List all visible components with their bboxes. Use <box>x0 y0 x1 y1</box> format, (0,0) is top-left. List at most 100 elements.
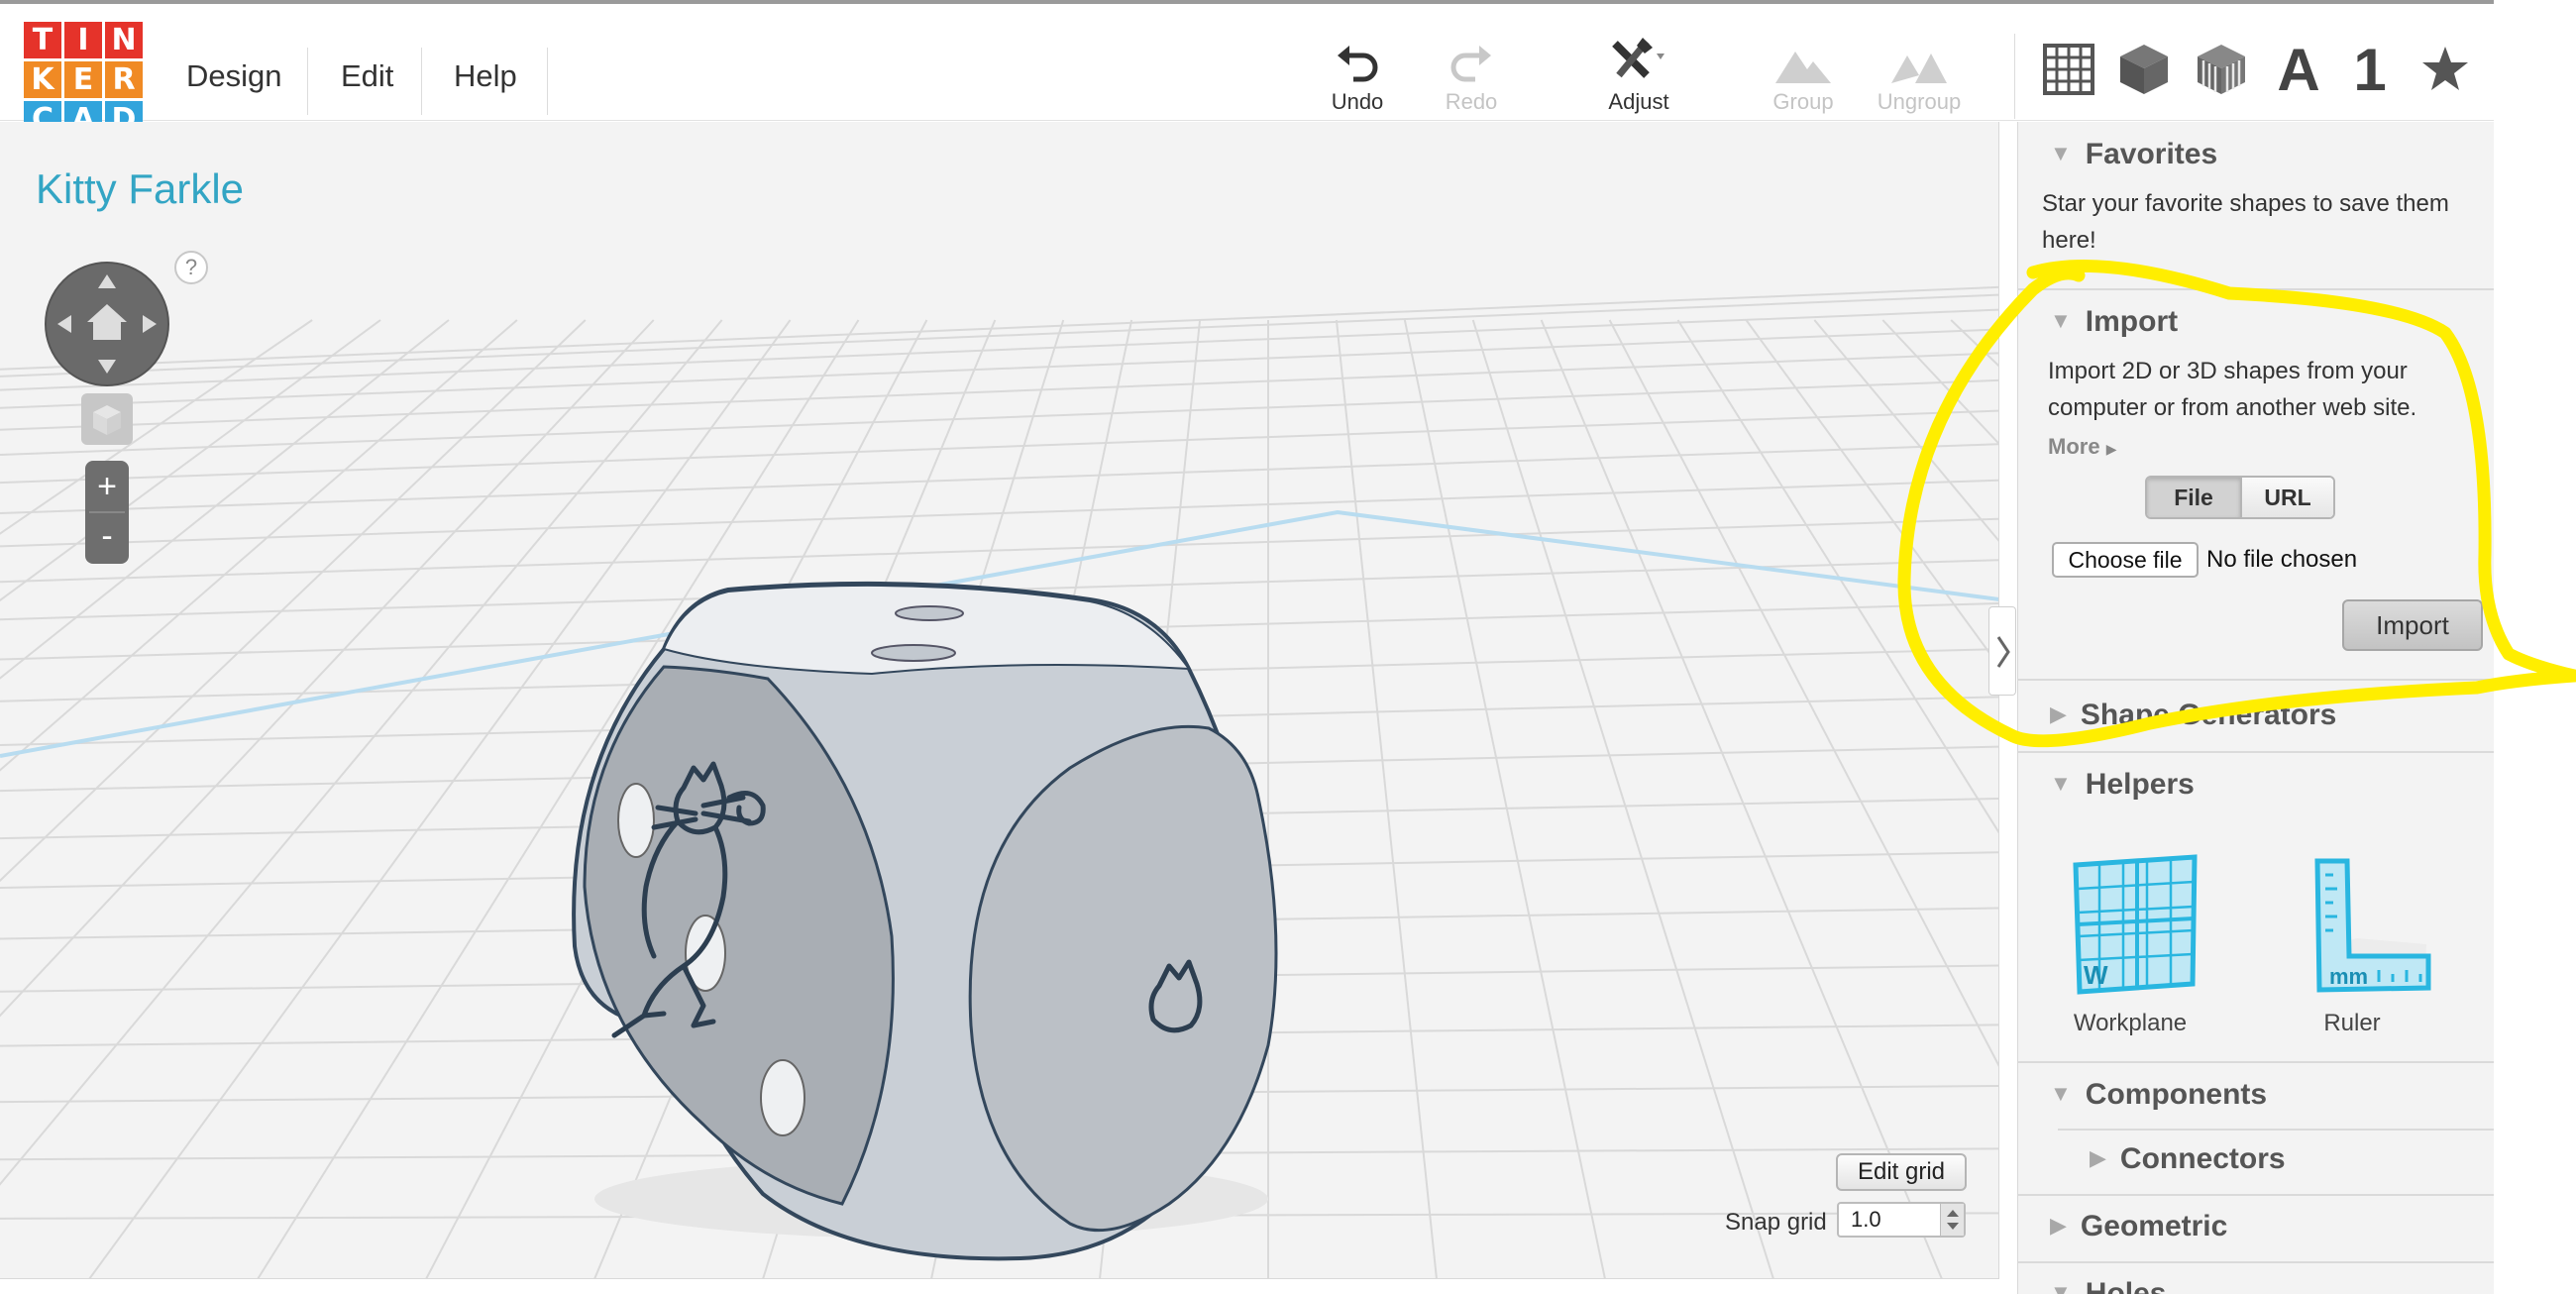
ruler-icon: mm <box>2314 858 2431 993</box>
3d-viewport[interactable]: Kitty Farkle ? + - Edit grid Snap grid 1… <box>0 122 1999 1279</box>
menu-edit[interactable]: Edit <box>317 48 417 119</box>
expanded-triangle-icon: ▼ <box>2050 308 2072 333</box>
ruler-badge: mm <box>2329 964 2368 989</box>
section-divider <box>2018 288 2494 290</box>
import-description: Import 2D or 3D shapes from your compute… <box>2048 358 2417 421</box>
favorites-title: Favorites <box>2085 138 2218 170</box>
workplane-tab[interactable] <box>2035 36 2102 103</box>
redo-button[interactable]: Redo <box>1407 34 1536 115</box>
favorites-description: Star your favorite shapes to save them h… <box>2042 190 2449 254</box>
triangle-right-icon: ▶ <box>2105 441 2117 457</box>
group-label: Group <box>1772 89 1834 114</box>
import-title: Import <box>2085 305 2179 338</box>
workplane-helper[interactable]: W <box>2046 835 2214 1009</box>
undo-icon <box>1293 34 1422 85</box>
components-header[interactable]: ▼ Components <box>2050 1078 2267 1112</box>
zoom-out-button[interactable]: - <box>85 514 129 562</box>
snap-grid-select[interactable]: 1.0 <box>1837 1202 1966 1238</box>
hole-shapes-tab[interactable] <box>2188 36 2255 103</box>
help-button[interactable]: ? <box>174 251 208 284</box>
ruler-helper[interactable]: mm <box>2268 835 2436 1009</box>
ungroup-icon <box>1855 34 1984 85</box>
section-divider <box>2018 751 2494 753</box>
holes-title: Holes <box>2085 1277 2167 1294</box>
favorites-header[interactable]: ▼ Favorites <box>2050 138 2217 171</box>
choose-file-button[interactable]: Choose file <box>2052 542 2199 578</box>
file-status: No file chosen <box>2206 546 2358 573</box>
snap-grid-value: 1.0 <box>1851 1207 1881 1232</box>
design-title[interactable]: Kitty Farkle <box>36 165 244 213</box>
ungroup-button[interactable]: Ungroup <box>1855 34 1984 115</box>
shapes-panel: ▼ Favorites Star your favorite shapes to … <box>2017 122 2494 1294</box>
geometric-title: Geometric <box>2080 1210 2228 1242</box>
expanded-triangle-icon: ▼ <box>2050 141 2072 165</box>
menu-help[interactable]: Help <box>430 48 541 119</box>
chevron-right-icon <box>1996 636 2010 668</box>
more-link[interactable]: More ▶ <box>2048 434 2116 460</box>
subsection-divider <box>2058 1129 2494 1131</box>
file-tab[interactable]: File <box>2147 478 2240 517</box>
workplane-label: Workplane <box>2073 1010 2188 1036</box>
holes-header[interactable]: ▼ Holes <box>2050 1277 2166 1294</box>
top-bar: T I N K E R C A D Design Edit Help Undo … <box>0 0 2494 138</box>
menu-divider <box>547 48 548 115</box>
geometric-header[interactable]: ▶ Geometric <box>2050 1210 2227 1243</box>
dice-model[interactable] <box>555 471 1308 1263</box>
panel-collapse-toggle[interactable] <box>1988 606 2016 696</box>
expanded-triangle-icon: ▼ <box>2050 1280 2072 1294</box>
section-divider <box>2018 1194 2494 1196</box>
shape-generators-header[interactable]: ▶ Shape Generators <box>2050 699 2336 732</box>
url-tab[interactable]: URL <box>2240 478 2333 517</box>
zoom-in-button[interactable]: + <box>85 463 129 510</box>
connectors-title: Connectors <box>2119 1142 2286 1175</box>
helpers-header[interactable]: ▼ Helpers <box>2050 768 2195 802</box>
number-tab-glyph: 1 <box>2353 36 2387 103</box>
zoom-divider <box>89 511 125 513</box>
orbit-control[interactable] <box>44 261 170 387</box>
cube-icon <box>93 405 121 435</box>
helpers-title: Helpers <box>2085 768 2195 801</box>
striped-cube-icon <box>2198 45 2245 94</box>
ruler-label: Ruler <box>2323 1010 2381 1036</box>
section-divider <box>2018 679 2494 681</box>
undo-button[interactable]: Undo <box>1293 34 1422 115</box>
shape-generators-title: Shape Generators <box>2080 699 2337 731</box>
ungroup-label: Ungroup <box>1877 89 1962 114</box>
group-button[interactable]: Group <box>1739 34 1868 115</box>
number-shapes-tab[interactable]: 1 <box>2336 36 2404 103</box>
logo-letter: T <box>24 22 61 58</box>
grid-line <box>1540 319 1943 1279</box>
snap-grid-label: Snap grid <box>1725 1209 1827 1236</box>
cube-icon <box>2120 45 2168 94</box>
section-divider <box>2018 1061 2494 1063</box>
redo-label: Redo <box>1445 89 1498 114</box>
text-shapes-tab[interactable]: A <box>2265 36 2332 103</box>
group-icon <box>1739 34 1868 85</box>
components-title: Components <box>2085 1078 2268 1111</box>
workplane-icon: W <box>2073 854 2198 995</box>
collapsed-triangle-icon: ▶ <box>2050 1213 2067 1238</box>
connectors-header[interactable]: ▶ Connectors <box>2090 1142 2286 1176</box>
favorites-tab[interactable] <box>2412 36 2479 103</box>
tinkercad-app: T I N K E R C A D Design Edit Help Undo … <box>0 0 2576 1294</box>
star-icon <box>2422 47 2468 90</box>
text-tab-glyph: A <box>2277 36 2320 103</box>
top-pip <box>895 605 964 621</box>
import-source-toggle: File URL <box>2145 476 2335 519</box>
edit-grid-button[interactable]: Edit grid <box>1836 1153 1967 1191</box>
grid-line <box>0 328 1998 409</box>
zoom-control: + - <box>85 461 129 564</box>
menu-design[interactable]: Design <box>162 48 306 119</box>
adjust-button[interactable]: Adjust <box>1574 34 1703 115</box>
logo-letter: K <box>24 61 61 98</box>
grid-line <box>0 319 381 602</box>
logo-letter: R <box>105 61 143 98</box>
view-cube-button[interactable] <box>81 393 133 445</box>
undo-label: Undo <box>1331 89 1384 114</box>
grid-line <box>0 319 450 680</box>
solid-shapes-tab[interactable] <box>2110 36 2178 103</box>
collapsed-triangle-icon: ▶ <box>2050 701 2067 726</box>
redo-icon <box>1407 34 1536 85</box>
import-button[interactable]: Import <box>2342 599 2483 651</box>
import-header[interactable]: ▼ Import <box>2050 305 2178 339</box>
